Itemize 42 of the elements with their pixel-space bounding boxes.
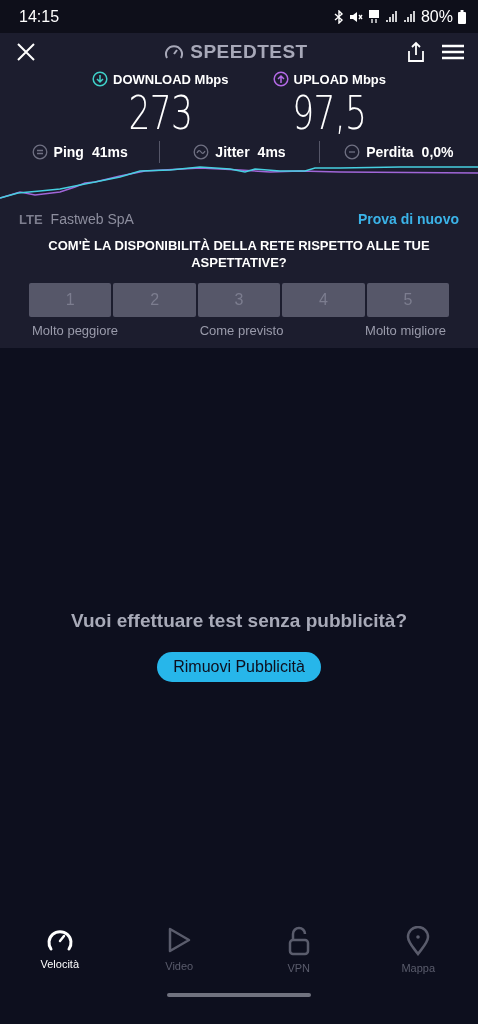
retry-link[interactable]: Prova di nuovo (357, 211, 459, 227)
loss-icon (344, 144, 361, 160)
result-label: DOWNLOAD Mbps (113, 71, 229, 87)
share-icon[interactable] (406, 41, 426, 63)
scale-label: Molto peggiore (32, 323, 118, 338)
metric-label: Ping (53, 144, 84, 160)
app-title: SPEEDTEST (190, 41, 308, 63)
nav-tab[interactable]: Velocità (0, 925, 120, 975)
map-pin-icon (406, 926, 431, 956)
mute-icon (348, 9, 363, 24)
ad-free-prompt: Vuoi effettuare test senza pubblicità? (70, 610, 408, 632)
result-value: 273 (128, 87, 193, 139)
jitter-icon (193, 144, 210, 160)
metric-label: Perdita (366, 144, 414, 160)
metric-value: 4ms (257, 144, 286, 160)
speedometer-icon (164, 44, 185, 60)
nav-tab[interactable]: Mappa (358, 925, 478, 975)
metric-value: 0,0% (421, 144, 454, 160)
close-icon[interactable] (16, 42, 36, 62)
menu-icon[interactable] (442, 44, 464, 60)
nav-tab[interactable]: Video (119, 925, 239, 975)
ping-icon (31, 144, 48, 160)
status-time: 14:15 (19, 7, 60, 26)
metric-label: Jitter (215, 144, 250, 160)
scale-label: Molto migliore (365, 323, 446, 338)
signal-icon (402, 10, 416, 23)
padlock-icon (287, 926, 310, 956)
remove-ads-button[interactable]: Rimuovi Pubblicità (157, 652, 321, 682)
nav-tab[interactable]: VPN (239, 925, 359, 975)
signal-icon (384, 10, 398, 23)
provider-name: Fastweb SpA (50, 211, 135, 227)
result-value: 97,5 (292, 87, 367, 139)
network-type: LTE (19, 211, 43, 227)
battery-level: 80% (420, 7, 453, 26)
battery-icon (458, 9, 466, 24)
network-icon (367, 9, 380, 24)
bluetooth-icon (333, 9, 344, 24)
survey-question: COM'È LA DISPONIBILITÀ DELLA RETE RISPETTO ALLE TUE ASPETTATIVE? (47, 237, 431, 271)
play-icon (166, 926, 193, 954)
scale-label: Come previsto (199, 323, 284, 338)
metric-value: 41ms (91, 144, 128, 160)
result-label: UPLOAD Mbps (293, 71, 386, 87)
